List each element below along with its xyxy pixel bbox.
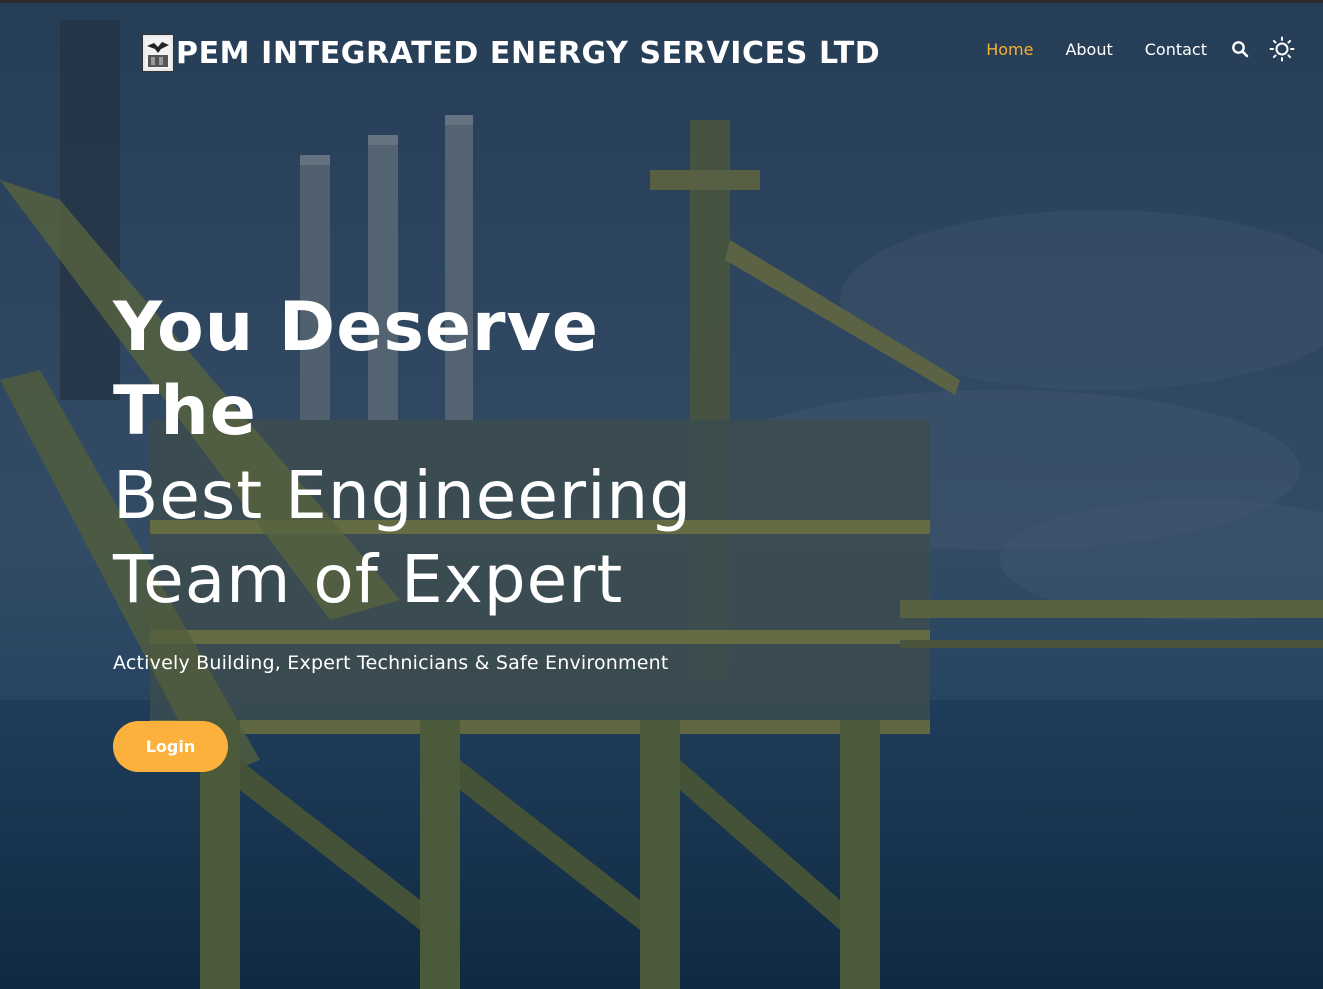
hero-title-line-4: Team of Expert bbox=[113, 541, 624, 618]
brand-name: PEM INTEGRATED ENERGY SERVICES LTD bbox=[176, 35, 881, 71]
hero-title-line-1: You Deserve bbox=[113, 288, 599, 367]
page: PEM INTEGRATED ENERGY SERVICES LTD Home … bbox=[0, 0, 1323, 989]
top-strip bbox=[0, 0, 1323, 3]
site-header: PEM INTEGRATED ENERGY SERVICES LTD Home … bbox=[0, 3, 1323, 93]
main-nav: Home About Contact bbox=[954, 36, 1295, 62]
hero-title-line-2: The bbox=[113, 372, 257, 451]
nav-item-contact[interactable]: Contact bbox=[1145, 40, 1207, 59]
eagle-logo-icon bbox=[142, 34, 174, 72]
login-button[interactable]: Login bbox=[113, 721, 228, 772]
hero-subtitle: Actively Building, Expert Technicians & … bbox=[113, 652, 669, 674]
search-icon[interactable] bbox=[1231, 40, 1249, 58]
nav-item-home[interactable]: Home bbox=[986, 40, 1033, 59]
nav-item-about[interactable]: About bbox=[1065, 40, 1112, 59]
brand-link[interactable]: PEM INTEGRATED ENERGY SERVICES LTD bbox=[142, 33, 880, 73]
hero-content: You Deserve The Best Engineering Team of… bbox=[113, 286, 813, 674]
hero-title-line-3: Best Engineering bbox=[113, 457, 693, 534]
sun-icon[interactable] bbox=[1269, 36, 1295, 62]
